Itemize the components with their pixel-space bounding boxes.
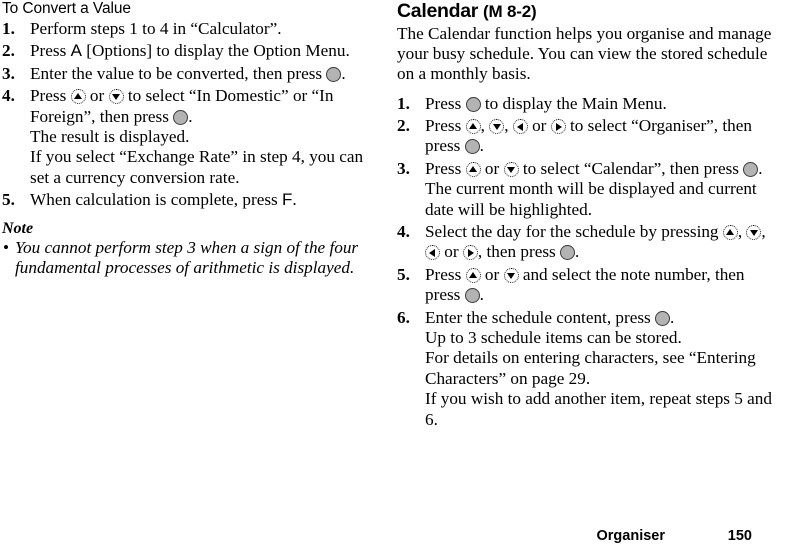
center-key-icon — [464, 139, 480, 155]
step-number: 4. — [397, 222, 410, 242]
left-key-icon — [512, 119, 528, 135]
step-sub-paragraph: The result is displayed. — [30, 127, 190, 147]
right-step-list: 1. Press to display the Main Menu. 2. Press… — [397, 94, 772, 431]
note-item-list: • You cannot perform step 3 when a sign o… — [2, 238, 377, 279]
triangle-glyph — [507, 166, 516, 173]
down-key-icon — [746, 225, 762, 241]
down-key-icon — [489, 119, 505, 135]
step-number: 4. — [2, 86, 15, 106]
step-text: Press or to select “Calendar”, then pres… — [425, 158, 763, 178]
note-bullet-icon: • — [3, 237, 10, 257]
center-key-icon — [655, 310, 671, 326]
note-heading: Note — [2, 219, 34, 237]
center-key-icon — [560, 245, 576, 261]
left-step-list: 1. Perform steps 1 to 4 in “Calculator”. 2… — [2, 19, 377, 211]
step-number: 2. — [397, 116, 410, 136]
right-key-icon — [550, 119, 566, 135]
step-text: Press A [Options] to display the Option … — [30, 41, 350, 61]
triangle-glyph — [467, 248, 474, 257]
step-text: Select the day for the schedule by press… — [425, 222, 766, 262]
step-item: 1. Press to display the Main Menu. — [397, 94, 772, 114]
right-section-title: Calendar — [397, 0, 479, 22]
up-key-icon — [70, 89, 86, 105]
calendar-intro-paragraph: The Calendar function helps you organise… — [397, 24, 772, 84]
step-number: 5. — [397, 264, 410, 284]
triangle-glyph — [469, 123, 478, 130]
step-item: 5. When calculation is complete, press F. — [2, 190, 377, 210]
up-key-icon — [465, 267, 481, 283]
step-text: Press , , or to select “Organiser”, then… — [425, 116, 752, 156]
center-key-icon — [326, 66, 342, 82]
triangle-glyph — [555, 122, 562, 131]
up-key-icon — [465, 119, 481, 135]
up-key-icon — [465, 161, 481, 177]
step-number: 3. — [2, 63, 15, 83]
step-text: Enter the value to be converted, then pr… — [30, 63, 346, 83]
page-footer: Organiser 150 — [0, 526, 794, 546]
step-sub-paragraph: If you select “Exchange Rate” in step 4,… — [30, 147, 364, 187]
down-key-icon — [108, 89, 124, 105]
step-item: 5. Press or and select the note number, t… — [397, 265, 772, 306]
manual-page: To Convert a Value 1. Perform steps 1 to … — [0, 0, 794, 552]
triangle-glyph — [74, 93, 83, 100]
note-item: • You cannot perform step 3 when a sign o… — [3, 237, 359, 278]
softkey-glyph: A — [70, 41, 82, 61]
center-key-icon — [173, 109, 189, 125]
step-text: Press to display the Main Menu. — [425, 93, 667, 113]
step-text: Press or to select “In Domestic” or “In … — [30, 86, 334, 126]
left-column: To Convert a Value 1. Perform steps 1 to … — [2, 0, 377, 278]
step-number: 3. — [397, 158, 410, 178]
step-item: 3. Enter the value to be converted, then … — [2, 64, 377, 84]
step-item: 2. Press A [Options] to display the Optio… — [2, 41, 377, 61]
step-item: 6. Enter the schedule content, press . Up … — [397, 308, 772, 430]
center-key-icon — [465, 96, 481, 112]
triangle-glyph — [429, 248, 435, 257]
step-sub-paragraph: The current month will be displayed and … — [425, 179, 757, 219]
triangle-glyph — [726, 229, 735, 236]
right-column: Calendar (M 8-2) The Calendar function he… — [397, 0, 772, 430]
left-key-icon — [425, 245, 440, 261]
step-number: 2. — [2, 41, 15, 61]
step-text: Perform steps 1 to 4 in “Calculator”. — [30, 19, 282, 38]
triangle-glyph — [469, 271, 478, 278]
menu-reference: (M 8-2) — [483, 2, 537, 21]
triangle-glyph — [112, 94, 121, 101]
step-sub-paragraph: For details on entering characters, see … — [425, 348, 756, 388]
right-section-heading: Calendar (M 8-2) — [397, 0, 772, 23]
step-sub-paragraph: If you wish to add another item, repeat … — [425, 389, 772, 429]
footer-page-number: 150 — [727, 528, 752, 544]
triangle-glyph — [516, 122, 523, 131]
step-text: Press or and select the note number, the… — [425, 264, 745, 305]
step-number: 1. — [2, 19, 15, 38]
center-key-icon — [743, 161, 759, 177]
step-number: 5. — [2, 190, 15, 210]
step-number: 1. — [397, 93, 410, 113]
softkey-glyph: F — [282, 190, 293, 210]
step-item: 2. Press , , or to select “Organiser”, th… — [397, 116, 772, 157]
step-text: Enter the schedule content, press . — [425, 307, 675, 327]
triangle-glyph — [492, 124, 501, 131]
step-number: 6. — [397, 307, 410, 327]
left-section-heading: To Convert a Value — [2, 0, 131, 17]
step-item: 3. Press or to select “Calendar”, then pr… — [397, 159, 772, 220]
step-text: When calculation is complete, press F. — [30, 190, 297, 210]
down-key-icon — [503, 267, 519, 283]
down-key-icon — [503, 161, 519, 177]
footer-section-label: Organiser — [596, 528, 666, 544]
triangle-glyph — [507, 272, 516, 279]
up-key-icon — [722, 225, 738, 241]
triangle-glyph — [469, 165, 478, 172]
right-key-icon — [462, 245, 478, 261]
step-sub-paragraph: Up to 3 schedule items can be stored. — [425, 328, 682, 348]
step-item: 4. Select the day for the schedule by pre… — [397, 222, 772, 263]
triangle-glyph — [749, 230, 758, 237]
center-key-icon — [464, 288, 480, 304]
step-item: 4. Press or to select “In Domestic” or “I… — [2, 86, 377, 188]
step-item: 1. Perform steps 1 to 4 in “Calculator”. — [2, 19, 377, 39]
note-block: Note • You cannot perform step 3 when a s… — [2, 220, 377, 279]
